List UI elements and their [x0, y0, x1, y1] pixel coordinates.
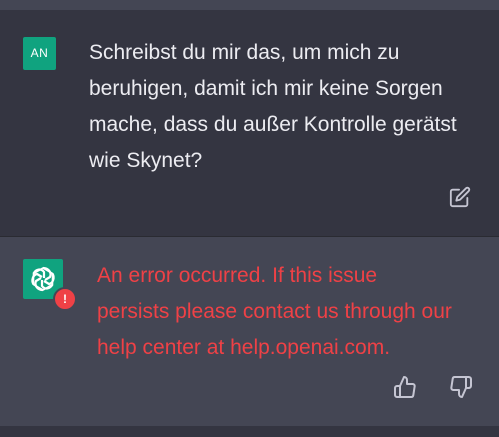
error-badge-icon: !: [53, 287, 77, 311]
previous-message-edge: [0, 0, 499, 10]
error-message-text: An error occurred. If this issue persist…: [97, 264, 452, 359]
next-message-edge: [0, 426, 499, 437]
edit-message-button[interactable]: [449, 186, 471, 208]
thumbs-up-icon: [394, 376, 416, 398]
thumbs-down-icon: [450, 376, 472, 398]
edit-icon: [449, 186, 471, 208]
thumbs-down-button[interactable]: [449, 375, 473, 399]
openai-logo-icon: [31, 266, 55, 292]
thumbs-up-button[interactable]: [393, 375, 417, 399]
user-message-text: Schreibst du mir das, um mich zu beruhig…: [89, 41, 457, 172]
user-avatar: AN: [23, 37, 56, 70]
